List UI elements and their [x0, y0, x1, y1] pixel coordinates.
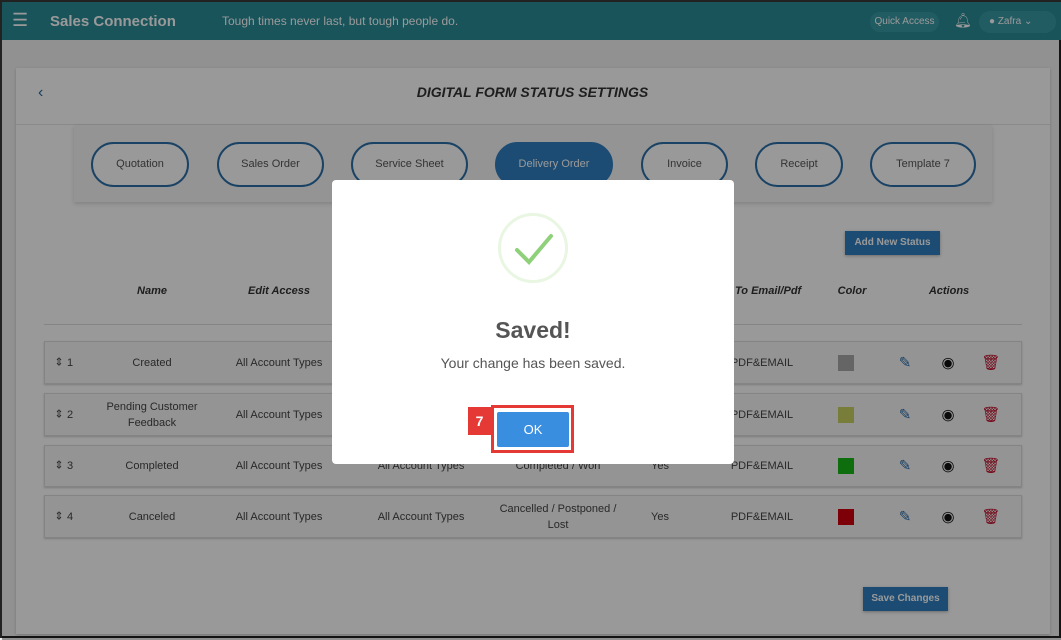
- success-check-icon: [498, 213, 568, 283]
- saved-dialog: Saved! Your change has been saved. 7 OK: [332, 180, 734, 464]
- step-badge: 7: [468, 407, 491, 435]
- dialog-message: Your change has been saved.: [440, 355, 626, 371]
- ok-button[interactable]: OK: [497, 412, 569, 447]
- dialog-title: Saved!: [495, 317, 571, 343]
